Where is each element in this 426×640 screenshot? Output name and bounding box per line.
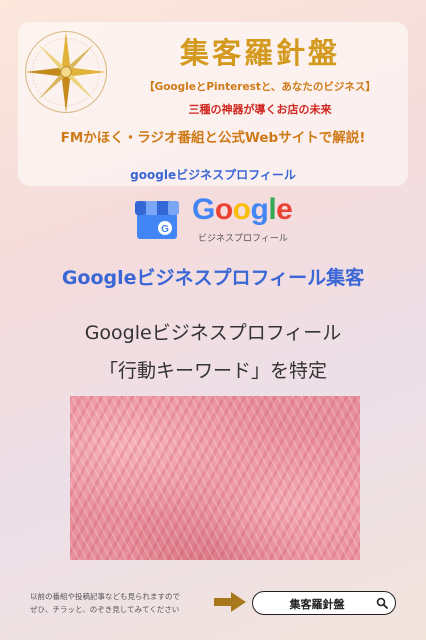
main-heading: Googleビジネスプロフィール集客 <box>61 267 365 289</box>
search-icon <box>376 597 388 609</box>
google-wordmark: Google <box>192 193 293 227</box>
google-letter: e <box>276 193 293 226</box>
google-business-profile-logo: G Google ビジネスプロフィール <box>132 193 302 249</box>
google-letter: o <box>214 193 233 226</box>
brand-title: 集客羅針盤 <box>179 36 340 70</box>
search-text: 集客羅針盤 <box>289 598 345 611</box>
subheading-line-1: Googleビジネスプロフィール <box>84 322 342 344</box>
radio-announcement: FMかほく・ラジオ番組と公式Webサイトで解説! <box>60 130 366 146</box>
footer-note-line-1: 以前の番組や投稿記事なども見られますので <box>30 592 180 601</box>
subheading-line-2: 「行動キーワード」を特定 <box>98 360 327 382</box>
storefront-icon: G <box>135 201 179 239</box>
footer-note: 以前の番組や投稿記事なども見られますので ぜひ、チラッと、のぞき見してみてくださ… <box>30 590 220 616</box>
google-letter: g <box>250 193 269 226</box>
gbp-caption: ビジネスプロフィール <box>198 234 288 244</box>
brand-subtitle: 【GoogleとPinterestと、あなたのビジネス】 <box>144 81 376 93</box>
pink-fur-image <box>70 396 360 560</box>
search-box[interactable]: 集客羅針盤 <box>252 591 396 615</box>
arrow-right-icon <box>214 592 246 612</box>
brand-tagline: 三種の神器が導くお店の未来 <box>188 103 332 116</box>
google-letter: G <box>192 193 215 226</box>
svg-text:G: G <box>161 224 169 235</box>
compass-rose-icon <box>24 30 108 114</box>
google-letter: o <box>232 193 251 226</box>
google-letter: l <box>268 193 277 226</box>
footer-note-line-2: ぜひ、チラッと、のぞき見してみてください <box>30 605 180 614</box>
gbp-small-title: googleビジネスプロフィール <box>130 168 296 182</box>
